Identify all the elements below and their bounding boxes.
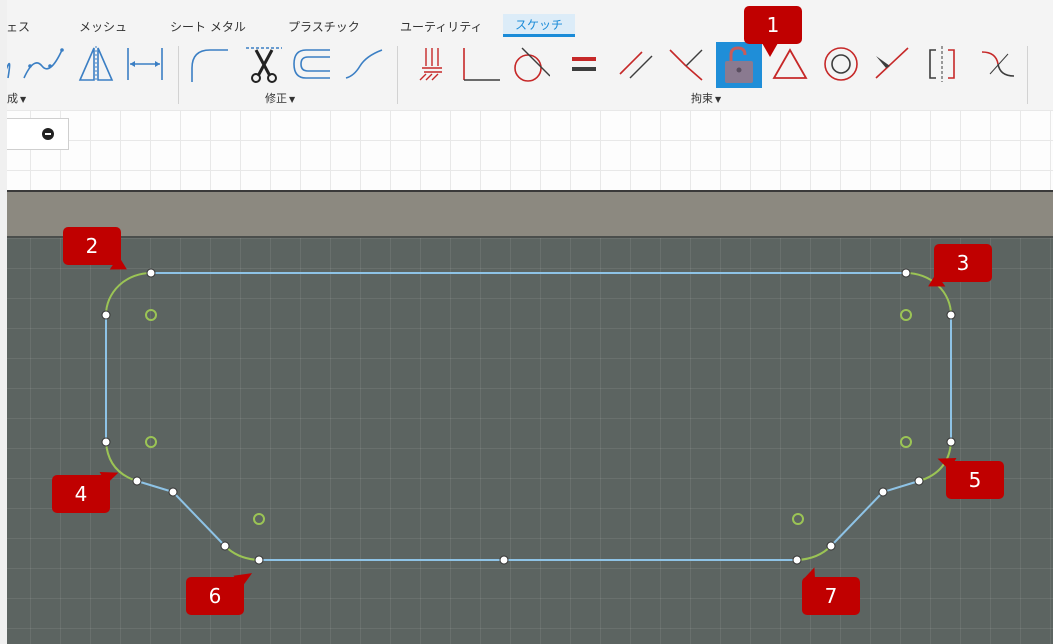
sketch-line-lower-right-diagonal[interactable]	[830, 491, 884, 547]
sketch-point[interactable]	[254, 555, 264, 565]
sketch-line-lower-left-diagonal[interactable]	[172, 491, 226, 547]
sketch-line-lower-right-short[interactable]	[882, 480, 920, 493]
sketch-point[interactable]	[792, 555, 802, 565]
sketch-point[interactable]	[168, 487, 178, 497]
sketch-midpoint[interactable]	[499, 555, 509, 565]
sketch-point[interactable]	[826, 541, 836, 551]
sketch-point[interactable]	[146, 268, 156, 278]
sketch-point[interactable]	[901, 268, 911, 278]
sketch-profile	[101, 268, 956, 565]
callout-badge-3: 3	[934, 244, 992, 282]
sketch-point[interactable]	[132, 476, 142, 486]
sketch-point[interactable]	[946, 437, 956, 447]
arc-center-point[interactable]	[145, 436, 157, 448]
sketch-point[interactable]	[220, 541, 230, 551]
fillet-arc-7[interactable]	[796, 545, 832, 561]
callout-badge-6: 6	[186, 577, 244, 615]
arc-center-point[interactable]	[900, 309, 912, 321]
sketch-point[interactable]	[914, 476, 924, 486]
callout-badge-1: 1	[744, 6, 802, 57]
sketch-point[interactable]	[101, 310, 111, 320]
callout-badge-2: 2	[63, 227, 121, 265]
arc-center-point[interactable]	[900, 436, 912, 448]
fillet-arc-2[interactable]	[105, 272, 152, 316]
callout-badge-4: 4	[52, 475, 110, 513]
sketch-point[interactable]	[101, 437, 111, 447]
sketch-point[interactable]	[878, 487, 888, 497]
arc-center-point[interactable]	[792, 513, 804, 525]
callout-badge-5: 5	[946, 461, 1004, 499]
sketch-point[interactable]	[946, 310, 956, 320]
callout-badge-7: 7	[802, 577, 860, 615]
fillet-arc-6[interactable]	[224, 545, 260, 561]
arc-center-point[interactable]	[145, 309, 157, 321]
sketch-line-lower-left-short[interactable]	[136, 480, 174, 493]
arc-center-point[interactable]	[253, 513, 265, 525]
